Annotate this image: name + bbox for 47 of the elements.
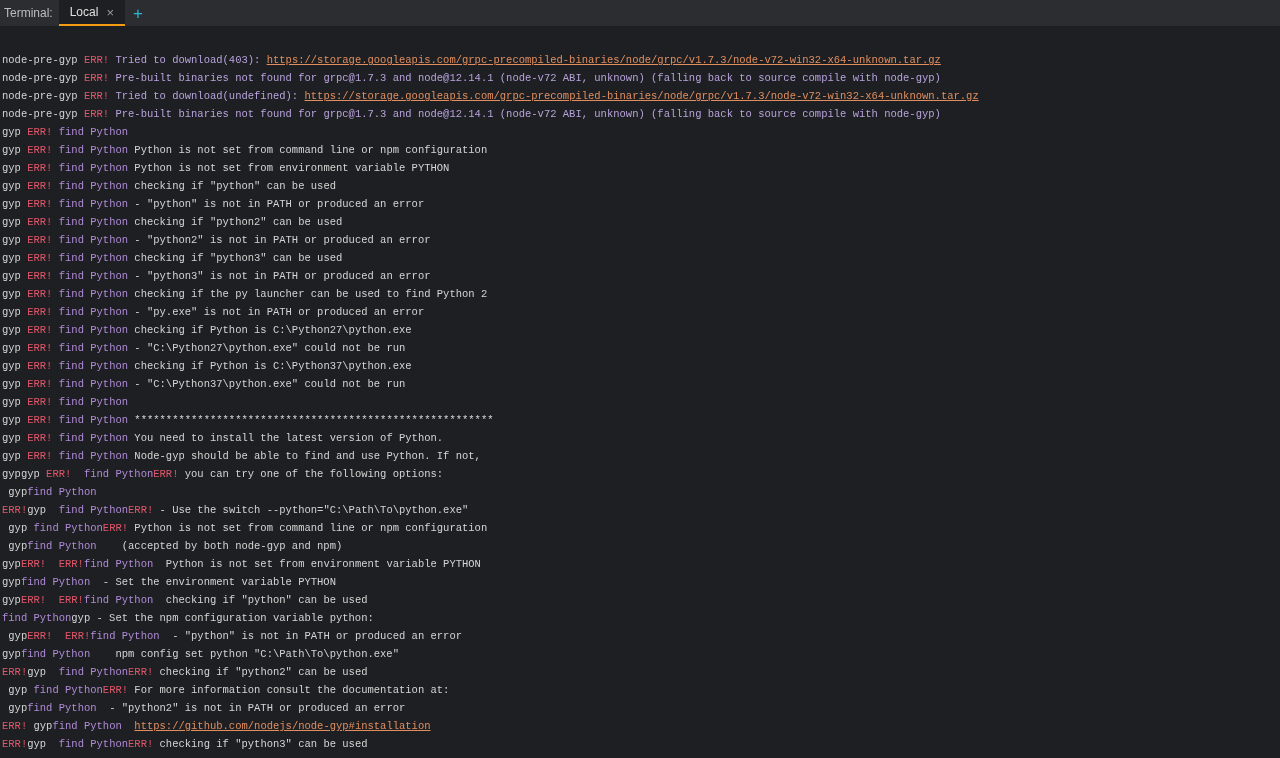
terminal-line: gypfind Python (7, 485, 97, 500)
terminal-line: gyp ERR! find Python Python is not set from command line or npm configuration (1, 143, 488, 158)
terminal-line: gyp ERR! find Python - "python2" is not in PATH or produced an error (1, 233, 431, 248)
terminal-line: gyp find PythonERR! Python is not set from command line or npm configuration (7, 521, 488, 536)
terminal-line: gypgyp ERR! find PythonERR! you can try one of the following options: (1, 467, 444, 482)
toolbar-title: Terminal: (3, 5, 54, 22)
terminal-line: gyp ERR! find Python (1, 395, 129, 410)
add-tab-button[interactable]: + (124, 0, 151, 26)
terminal-line: gyp ERR! find Python ********************************************************* (1, 413, 494, 428)
terminal-line: gypfind Python npm config set python "C:\Path\To\python.exe" (1, 647, 399, 662)
terminal-line: gyp ERR! find Python - "py.exe" is not in PATH or produced an error (1, 305, 425, 320)
terminal-line: gyp ERR! find Python checking if Python is C:\Python37\python.exe (1, 359, 412, 374)
terminal-line: gyp ERR! find Python - "C:\Python37\python.exe" could not be run (1, 377, 406, 392)
terminal-line: ERR!gyp find PythonERR! checking if "python3" can be used (1, 737, 368, 752)
terminal-line: gyp ERR! find Python checking if "python" can be used (1, 179, 336, 194)
terminal-line: node-pre-gyp ERR! Tried to download(403): https://storage.googleapis.com/grpc-precompiled-binaries/node/grpc/v1.7.3/node-v72-win32-x64-unknown.tar.gz (1, 53, 941, 68)
terminal-line: node-pre-gyp ERR! Pre-built binaries not found for grpc@1.7.3 and node@12.14.1 (node-v72 ABI, unknown) (falling back to source compile with node-gyp) (1, 71, 941, 86)
terminal-line: ERR!gyp find PythonERR! checking if "python2" can be used (1, 665, 368, 680)
terminal-line: ERR!gyp find PythonERR! - Use the switch --python="C:\Path\To\python.exe" (1, 503, 469, 518)
terminal-line: gyp ERR! find Python checking if Python is C:\Python27\python.exe (1, 323, 412, 338)
terminal-line: gyp ERR! find Python checking if the py launcher can be used to find Python 2 (1, 287, 488, 302)
link[interactable]: https://storage.googleapis.com/grpc-precompiled-binaries/node/grpc/v1.7.3/node-v72-win32-x64-unknown.tar.gz (304, 90, 979, 102)
terminal-line: gypfind Python - Set the environment variable PYTHON (1, 575, 336, 590)
terminal-tab[interactable]: Local × (58, 0, 125, 26)
terminal-line: gypERR! ERR!find Python Python is not set from environment variable PYTHON (1, 557, 481, 572)
terminal-line: gypERR! ERR!find Python checking if "python" can be used (1, 593, 368, 608)
terminal-line: ERR! gypfind Python https://github.com/nodejs/node-gyp#installation (1, 719, 431, 734)
terminal-line: gyp ERR! find Python - "python" is not in PATH or produced an error (1, 197, 425, 212)
terminal-line: gyp ERR! find Python - "python3" is not in PATH or produced an error (1, 269, 431, 284)
terminal-line: gypERR! ERR!find Python - "python" is not in PATH or produced an error (7, 629, 462, 644)
terminal-line: find Pythongyp - Set the npm configuration variable python: (1, 611, 374, 626)
terminal-line: gyp ERR! find Python You need to install the latest version of Python. (1, 431, 444, 446)
terminal-line: gyp ERR! find Python checking if "python3" can be used (1, 251, 343, 266)
terminal-line: node-pre-gyp ERR! Tried to download(undefined): https://storage.googleapis.com/grpc-precompiled-binaries/node/grpc/v1.7.3/node-v72-win32-x64-unknown.tar.gz (1, 89, 979, 104)
tab-label: Local (69, 4, 99, 21)
terminal-line: gyp ERR! find Python Python is not set from environment variable PYTHON (1, 161, 450, 176)
terminal-line: gyp ERR! find Python checking if "python2" can be used (1, 215, 343, 230)
terminal-line: gyp ERR! find Python Node-gyp should be able to find and use Python. If not, (1, 449, 481, 464)
terminal-line: node-pre-gyp ERR! Pre-built binaries not found for grpc@1.7.3 and node@12.14.1 (node-v72 ABI, unknown) (falling back to source compile with node-gyp) (1, 107, 941, 122)
link[interactable]: https://storage.googleapis.com/grpc-precompiled-binaries/node/grpc/v1.7.3/node-v72-win32-x64-unknown.tar.gz (266, 54, 941, 66)
terminal-line: gyp ERR! find Python (1, 125, 129, 140)
close-button[interactable]: × (106, 5, 114, 19)
terminal-line: gyp find PythonERR! For more information consult the documentation at: (7, 683, 450, 698)
link[interactable]: https://github.com/nodejs/node-gyp#installation (134, 720, 431, 732)
terminal-line: gypfind Python - "python2" is not in PATH or produced an error (7, 701, 406, 716)
terminal-line: gypfind Python (accepted by both node-gyp and npm) (7, 539, 343, 554)
terminal-line: gyp ERR! find Python - "C:\Python27\python.exe" could not be run (1, 341, 406, 356)
